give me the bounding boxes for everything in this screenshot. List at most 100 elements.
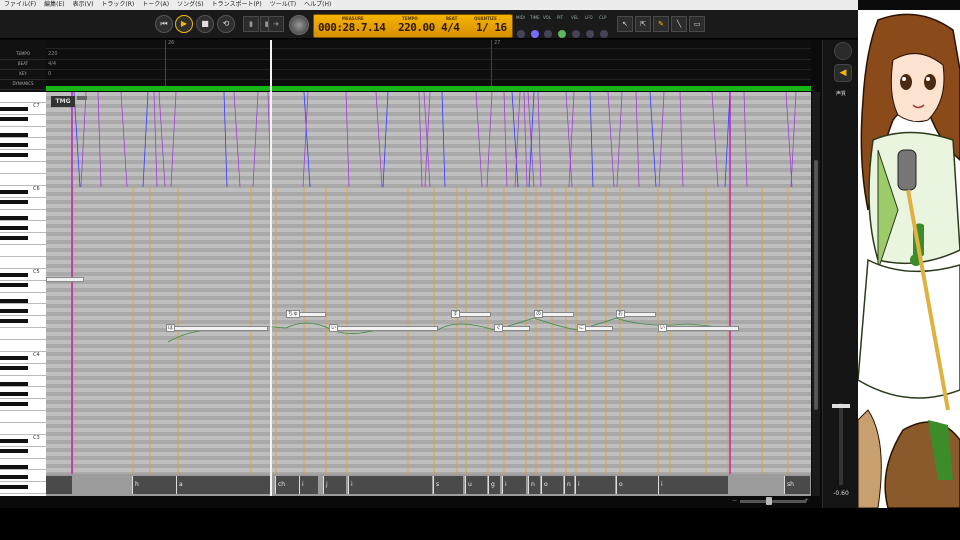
phoneme-cell[interactable]: s <box>433 476 463 494</box>
black-key[interactable] <box>0 439 28 443</box>
black-key[interactable] <box>0 465 28 469</box>
quantize-value[interactable]: 1/ 16 <box>476 21 507 34</box>
black-key[interactable] <box>0 133 28 137</box>
menu-tools[interactable]: ツール(T) <box>266 0 300 10</box>
phoneme-cell[interactable]: i <box>299 476 318 494</box>
tempo-marker[interactable]: 220 <box>48 51 58 57</box>
black-key[interactable] <box>0 356 28 360</box>
loop-icon[interactable]: ⟲ <box>217 15 235 33</box>
black-key[interactable] <box>0 236 28 240</box>
note-lyric[interactable]: お <box>616 310 626 318</box>
phoneme-cell[interactable]: u <box>465 476 487 494</box>
black-key[interactable] <box>0 143 28 147</box>
black-key[interactable] <box>0 366 28 370</box>
dynamics-bar[interactable] <box>46 86 811 91</box>
record-mode-icon[interactable]: ▮ <box>243 16 259 32</box>
phoneme-cell[interactable]: i <box>502 476 526 494</box>
black-key[interactable] <box>0 283 28 287</box>
note-lyric[interactable]: い <box>329 324 339 332</box>
piano-roll-grid[interactable]: TMG は ちゅ い す ぐ の に お い <box>46 92 811 474</box>
toggle-vel[interactable] <box>572 30 580 38</box>
piano-keyboard[interactable]: C7 C6 C5 C4 C3 <box>0 92 46 506</box>
phoneme-cell[interactable]: n <box>528 476 540 494</box>
black-key[interactable] <box>0 392 28 396</box>
toggle-vol[interactable] <box>544 30 552 38</box>
menu-file[interactable]: ファイル(F) <box>0 0 40 10</box>
note-bar[interactable] <box>330 326 438 331</box>
line-tool-icon[interactable]: ╲ <box>671 16 687 32</box>
phoneme-cell[interactable]: g <box>488 476 500 494</box>
black-key[interactable] <box>0 107 28 111</box>
beat-value[interactable]: 4/4 <box>441 21 460 34</box>
note-bar[interactable] <box>168 326 268 331</box>
menu-help[interactable]: ヘルプ(H) <box>300 0 335 10</box>
pencil-icon[interactable]: ✎ <box>653 16 669 32</box>
note-lyric[interactable]: は <box>166 324 176 332</box>
black-key[interactable] <box>0 153 28 157</box>
phoneme-cell[interactable]: i <box>658 476 728 494</box>
stop-icon[interactable]: ■ <box>196 15 214 33</box>
phoneme-cell[interactable]: o <box>616 476 658 494</box>
black-key[interactable] <box>0 382 28 386</box>
black-key[interactable] <box>0 117 28 121</box>
black-key[interactable] <box>0 299 28 303</box>
black-key[interactable] <box>0 190 28 194</box>
phoneme-cell[interactable]: n <box>564 476 574 494</box>
black-key[interactable] <box>0 216 28 220</box>
range-arrow-icon[interactable]: ⇱ <box>635 16 651 32</box>
note-lyric[interactable]: ぐ <box>494 324 504 332</box>
eraser-icon[interactable]: ▭ <box>689 16 705 32</box>
beat-marker[interactable]: 4/4 <box>48 61 56 67</box>
black-key[interactable] <box>0 273 28 277</box>
phoneme-cell[interactable]: j <box>323 476 346 494</box>
speaker-icon[interactable]: ◀ <box>834 64 852 82</box>
phoneme-cell[interactable]: sh <box>784 476 810 494</box>
menu-track[interactable]: トラック(R) <box>97 0 138 10</box>
jog-dial-icon[interactable] <box>289 15 309 35</box>
phoneme-cell[interactable]: h <box>132 476 176 494</box>
note-lyric[interactable]: の <box>534 310 544 318</box>
black-key[interactable] <box>0 319 28 323</box>
zoom-in-icon[interactable]: + <box>804 497 809 504</box>
note-lyric[interactable]: す <box>451 310 461 318</box>
black-key[interactable] <box>0 200 28 204</box>
black-key[interactable] <box>0 475 28 479</box>
note-bar[interactable] <box>659 326 739 331</box>
vertical-scroll-thumb[interactable] <box>814 160 818 410</box>
zoom-out-icon[interactable]: − <box>732 497 737 504</box>
note-lyric[interactable]: ちゅ <box>286 310 301 318</box>
phoneme-row[interactable]: h a ch i j i s u g i n o n i o i sh <box>46 474 811 496</box>
phoneme-cell[interactable]: o <box>541 476 563 494</box>
play-icon[interactable]: ▶ <box>175 15 193 33</box>
key-marker[interactable]: 0 <box>48 71 51 77</box>
menu-transport[interactable]: トランスポート(P) <box>208 0 266 10</box>
black-key[interactable] <box>0 402 28 406</box>
volume-fader-knob[interactable] <box>832 404 850 408</box>
toggle-lfo[interactable] <box>586 30 594 38</box>
note-lyric[interactable]: い <box>658 324 668 332</box>
black-key[interactable] <box>0 226 28 230</box>
toggle-midi[interactable] <box>517 30 525 38</box>
zoom-slider-track[interactable] <box>740 500 806 503</box>
toggle-pit[interactable] <box>558 30 566 38</box>
menu-view[interactable]: 表示(V) <box>69 0 98 10</box>
black-key[interactable] <box>0 485 28 489</box>
menu-talk[interactable]: トーク(A) <box>138 0 173 10</box>
note-lyric[interactable]: に <box>577 324 587 332</box>
phoneme-cell[interactable]: i <box>575 476 615 494</box>
timeline-ruler[interactable]: 26 27 220 4/4 0 <box>46 40 811 86</box>
phoneme-cell[interactable]: i <box>348 476 432 494</box>
black-key[interactable] <box>0 309 28 313</box>
black-key[interactable] <box>0 449 28 453</box>
measure-value[interactable]: 000:28.7.14 <box>318 21 386 34</box>
phoneme-cell[interactable]: a <box>176 476 270 494</box>
tempo-value[interactable]: 220.00 <box>398 21 435 34</box>
toggle-time[interactable] <box>531 30 539 38</box>
zoom-slider-thumb[interactable] <box>766 497 772 505</box>
track-settings-icon[interactable] <box>834 42 852 60</box>
volume-fader-track[interactable] <box>839 403 843 485</box>
phoneme-cell-empty[interactable] <box>46 476 72 494</box>
toggle-clp[interactable] <box>600 30 608 38</box>
menu-song[interactable]: ソング(S) <box>173 0 208 10</box>
rewind-icon[interactable]: ⏮ <box>155 15 173 33</box>
